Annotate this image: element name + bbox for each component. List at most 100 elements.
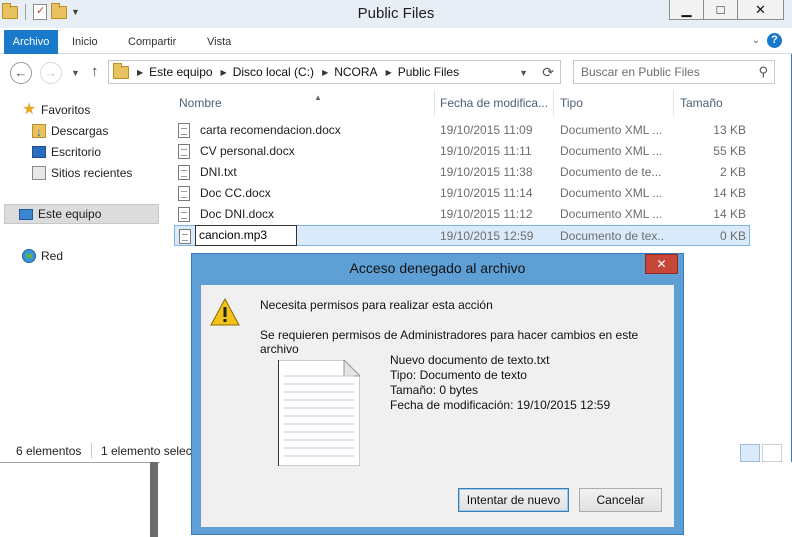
dialog-message: Necesita permisos para realizar esta acc… xyxy=(260,298,493,312)
large-icons-view-icon[interactable] xyxy=(762,444,782,462)
sidebar-item-sitios-recientes[interactable]: Sitios recientes xyxy=(32,163,132,183)
item-count: 6 elementos xyxy=(16,444,82,458)
sidebar-item-label: Escritorio xyxy=(51,145,102,159)
chevron-right-icon[interactable]: ▶ xyxy=(221,68,227,77)
title-bar: ▼ Public Files ▁ □ ✕ xyxy=(0,0,792,28)
forward-button[interactable]: → xyxy=(40,62,62,84)
warning-icon xyxy=(210,298,240,326)
access-denied-dialog: Acceso denegado al archivo ✕ Necesita pe… xyxy=(191,253,684,535)
file-name: DNI.txt xyxy=(200,165,237,179)
dialog-close-button[interactable]: ✕ xyxy=(645,254,678,274)
file-type: Documento de te... xyxy=(560,165,662,179)
search-input[interactable]: Buscar en Public Files ⚲ xyxy=(573,60,775,84)
file-name: Doc DNI.docx xyxy=(200,207,275,221)
sidebar-item-label: Sitios recientes xyxy=(51,166,133,180)
star-icon: ★ xyxy=(22,101,37,118)
document-icon xyxy=(178,123,190,138)
breadcrumb-este-equipo[interactable]: Este equipo xyxy=(149,65,212,79)
file-date: 19/10/2015 11:09 xyxy=(440,123,533,137)
document-icon xyxy=(178,165,190,180)
details-view-icon[interactable] xyxy=(740,444,760,462)
file-info-date: Fecha de modificación: 19/10/2015 12:59 xyxy=(390,398,611,412)
sidebar-item-descargas[interactable]: Descargas xyxy=(32,121,109,142)
navigation-pane: ★ Favoritos Descargas Escritorio Sitios … xyxy=(0,92,160,437)
tab-inicio[interactable]: Inicio xyxy=(72,31,98,53)
column-header-tamano[interactable]: Tamaño xyxy=(674,90,754,116)
sidebar-item-red[interactable]: Red xyxy=(22,246,63,266)
background-window-border xyxy=(150,462,158,537)
file-row[interactable]: Doc CC.docx 19/10/2015 11:14 Documento X… xyxy=(174,183,750,204)
status-separator xyxy=(91,443,92,458)
chevron-right-icon[interactable]: ▶ xyxy=(322,68,328,77)
tab-compartir[interactable]: Compartir xyxy=(128,31,176,53)
back-button[interactable]: ← xyxy=(10,62,32,84)
file-name: carta recomendacion.docx xyxy=(200,123,341,137)
search-placeholder: Buscar en Public Files xyxy=(581,65,700,79)
file-row[interactable]: CV personal.docx 19/10/2015 11:11 Docume… xyxy=(174,141,750,162)
retry-button[interactable]: Intentar de nuevo xyxy=(458,488,569,512)
file-date: 19/10/2015 12:59 xyxy=(440,229,534,243)
breadcrumb-public-files[interactable]: Public Files xyxy=(398,65,459,79)
file-size: 13 KB xyxy=(713,123,746,137)
file-info-name: Nuevo documento de texto.txt xyxy=(390,353,550,367)
computer-icon xyxy=(19,208,33,220)
file-type: Documento XML ... xyxy=(560,123,663,137)
cancel-button[interactable]: Cancelar xyxy=(579,488,662,512)
document-icon xyxy=(179,229,191,244)
column-header-tipo[interactable]: Tipo xyxy=(554,90,674,116)
file-type: Documento XML ... xyxy=(560,207,663,221)
tab-archivo[interactable]: Archivo xyxy=(4,30,58,54)
rename-input[interactable]: cancion.mp3 xyxy=(195,225,297,246)
address-dropdown-icon[interactable]: ▼ xyxy=(519,68,528,78)
file-date: 19/10/2015 11:38 xyxy=(440,165,533,179)
chevron-right-icon[interactable]: ▶ xyxy=(386,68,392,77)
file-type: Documento XML ... xyxy=(560,186,663,200)
refresh-icon[interactable]: ⟳ xyxy=(542,64,554,81)
network-icon xyxy=(22,249,36,263)
sidebar-item-este-equipo[interactable]: Este equipo xyxy=(4,204,159,224)
up-button[interactable]: ↑ xyxy=(91,63,99,80)
file-size: 14 KB xyxy=(713,186,746,200)
file-type: Documento XML ... xyxy=(560,144,663,158)
column-header-nombre[interactable]: ▲ Nombre xyxy=(173,90,435,116)
chevron-right-icon[interactable]: ▶ xyxy=(137,68,143,77)
column-header-fecha[interactable]: Fecha de modifica... xyxy=(434,90,554,116)
file-size: 55 KB xyxy=(713,144,746,158)
close-button[interactable]: ✕ xyxy=(737,0,784,20)
minimize-button[interactable]: ▁ xyxy=(669,0,704,20)
breadcrumb-ncora[interactable]: NCORA xyxy=(334,65,377,79)
sidebar-item-escritorio[interactable]: Escritorio xyxy=(32,142,101,162)
address-bar[interactable]: ▶ Este equipo ▶ Disco local (C:) ▶ NCORA… xyxy=(108,60,561,84)
sidebar-item-favoritos[interactable]: ★ Favoritos xyxy=(22,100,90,120)
file-row-selected[interactable]: cancion.mp3 19/10/2015 12:59 Documento d… xyxy=(174,225,750,246)
document-icon xyxy=(178,207,190,222)
file-size: 14 KB xyxy=(713,207,746,221)
sidebar-item-label: Descargas xyxy=(51,124,109,138)
search-icon[interactable]: ⚲ xyxy=(758,61,768,83)
document-icon xyxy=(178,186,190,201)
sort-ascending-icon: ▲ xyxy=(314,93,322,102)
text-document-icon xyxy=(278,360,360,466)
dialog-body: Necesita permisos para realizar esta acc… xyxy=(201,285,674,527)
breadcrumb-disco-local[interactable]: Disco local (C:) xyxy=(233,65,314,79)
file-name: Doc CC.docx xyxy=(200,186,271,200)
sidebar-item-label: Favoritos xyxy=(41,103,91,117)
maximize-button[interactable]: □ xyxy=(703,0,738,20)
folder-icon xyxy=(113,62,129,79)
sidebar-item-label: Red xyxy=(41,249,64,263)
tab-vista[interactable]: Vista xyxy=(207,31,231,53)
file-info-type: Tipo: Documento de texto xyxy=(390,368,527,382)
file-row[interactable]: DNI.txt 19/10/2015 11:38 Documento de te… xyxy=(174,162,750,183)
file-size: 0 KB xyxy=(719,229,746,243)
file-date: 19/10/2015 11:12 xyxy=(440,207,533,221)
file-size: 2 KB xyxy=(719,165,746,179)
file-row[interactable]: carta recomendacion.docx 19/10/2015 11:0… xyxy=(174,120,750,141)
column-label: Nombre xyxy=(179,96,222,110)
file-row[interactable]: Doc DNI.docx 19/10/2015 11:12 Documento … xyxy=(174,204,750,225)
sidebar-item-label: Este equipo xyxy=(38,207,102,221)
help-icon[interactable]: ? xyxy=(767,33,782,48)
recent-places-icon xyxy=(32,166,46,180)
recent-locations-dropdown[interactable]: ▼ xyxy=(71,68,80,78)
selection-count: 1 elemento selecc xyxy=(101,444,198,458)
expand-ribbon-icon[interactable]: ⌄ xyxy=(752,35,760,46)
